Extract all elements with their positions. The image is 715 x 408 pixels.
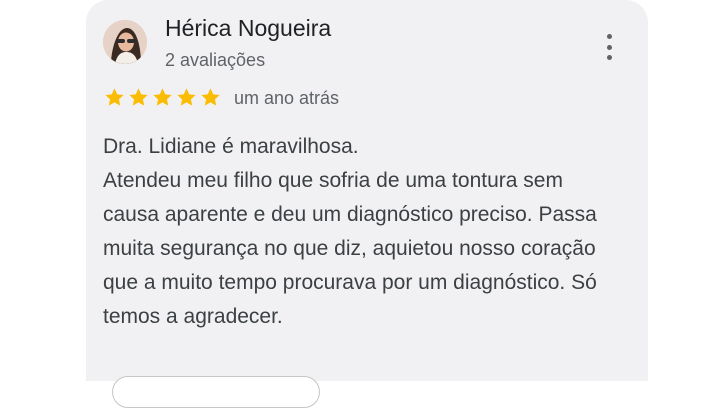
review-text-line: Atendeu meu filho que sofria de uma tont… xyxy=(103,169,597,328)
star-icon xyxy=(177,88,196,106)
reviewer-review-count: 2 avaliações xyxy=(165,50,266,70)
star-icon xyxy=(129,88,148,106)
reviewer-name[interactable]: Hérica Nogueira xyxy=(165,15,331,42)
star-icon xyxy=(201,88,220,106)
review-text: Dra. Lidiane é maravilhosa. Atendeu meu … xyxy=(103,130,603,334)
star-icon xyxy=(153,88,172,106)
more-options-button[interactable] xyxy=(596,32,622,62)
review-card: Hérica Nogueira 2 avaliações um ano atrá… xyxy=(86,0,648,381)
review-text-line: Dra. Lidiane é maravilhosa. xyxy=(103,135,359,158)
avatar-photo xyxy=(103,20,147,64)
star-rating xyxy=(103,86,222,110)
more-vert-icon xyxy=(606,34,612,39)
star-icon xyxy=(105,88,124,106)
review-time: um ano atrás xyxy=(234,88,340,108)
reviewer-avatar[interactable] xyxy=(103,20,147,64)
